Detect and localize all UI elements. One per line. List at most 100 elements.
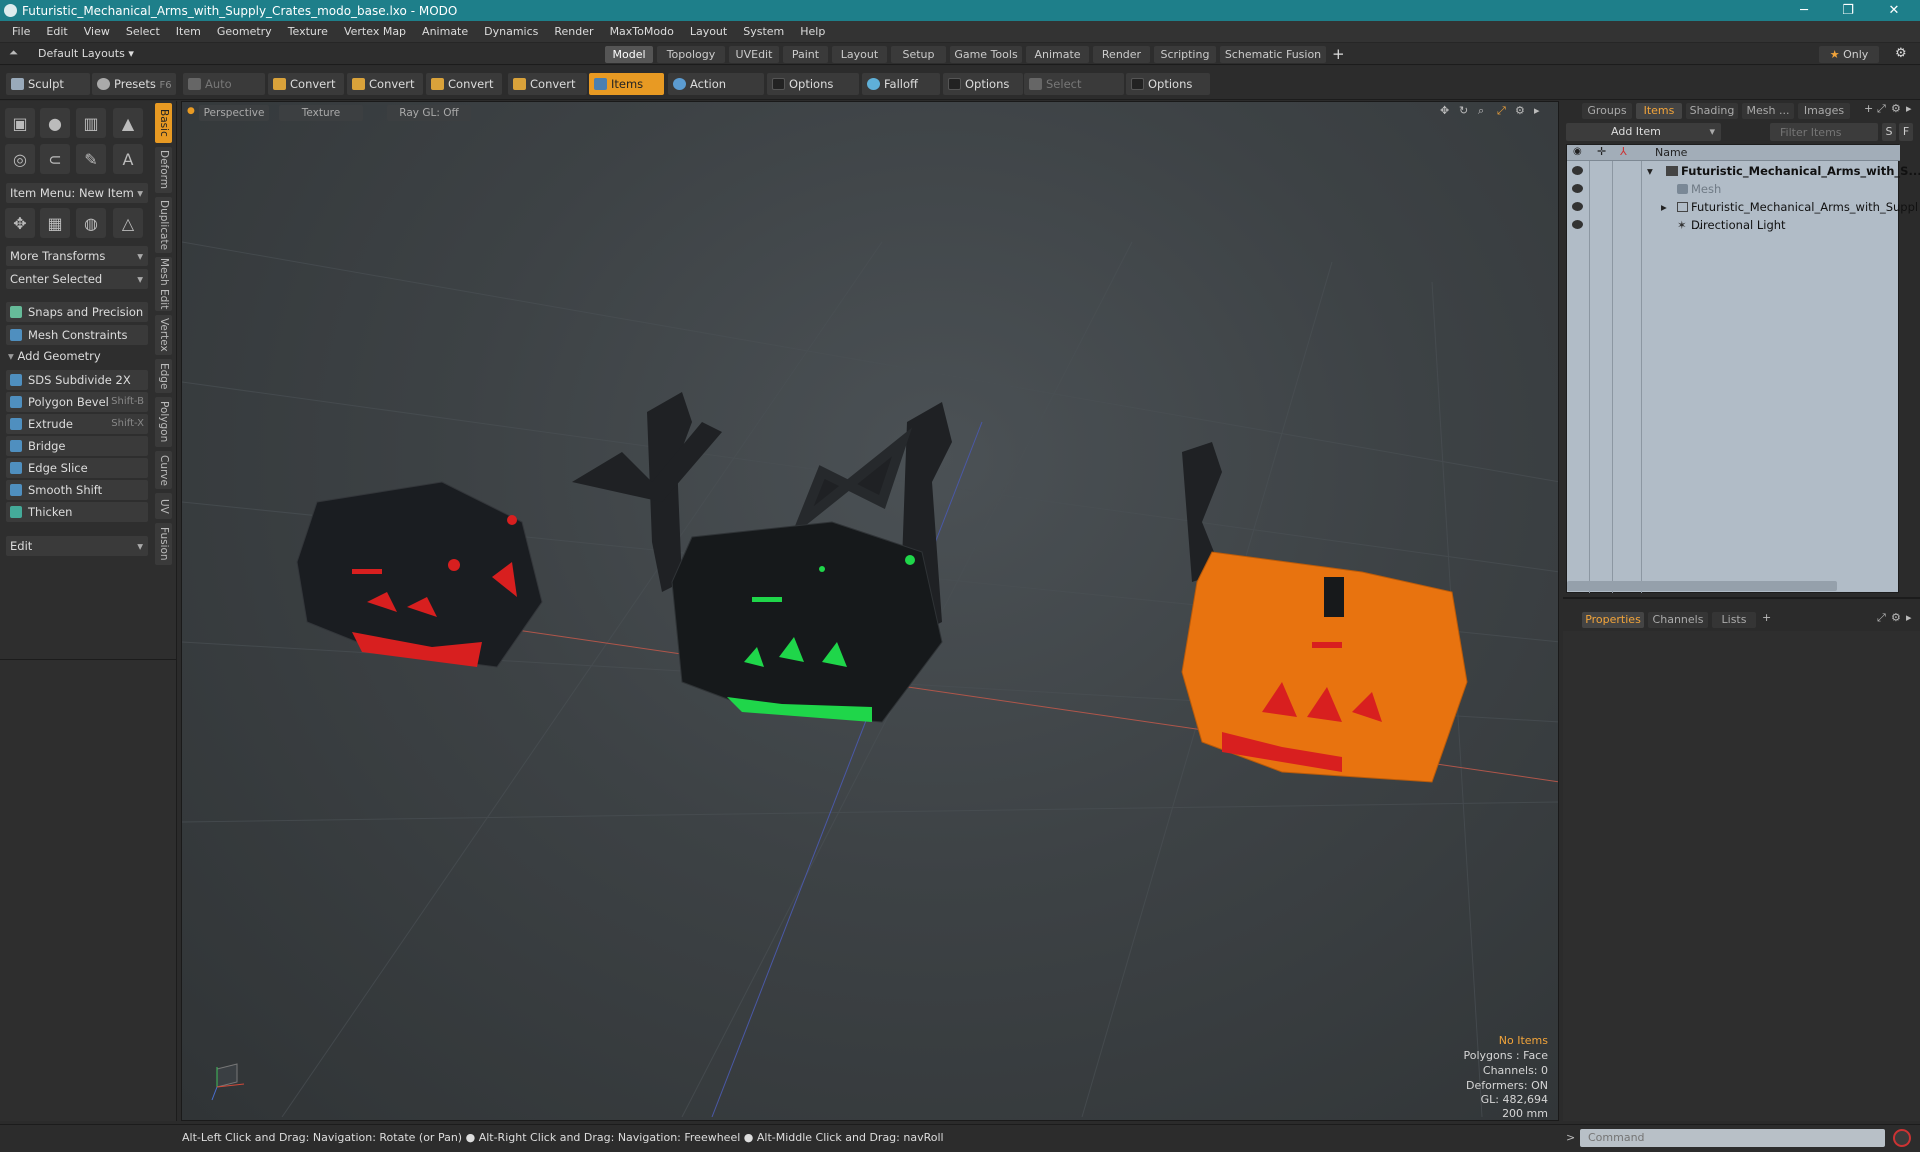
only-toggle[interactable]: ★ Only: [1819, 46, 1879, 63]
minimize-icon[interactable]: ─: [1784, 0, 1824, 21]
menu-vertex-map[interactable]: Vertex Map: [336, 25, 414, 38]
command-input[interactable]: [1580, 1129, 1885, 1147]
restore-icon[interactable]: ❐: [1828, 0, 1868, 21]
menu-select[interactable]: Select: [118, 25, 168, 38]
options-button-1[interactable]: Options: [767, 73, 859, 95]
menu-edit[interactable]: Edit: [38, 25, 75, 38]
vtab-duplicate[interactable]: Duplicate: [155, 197, 172, 253]
eye-icon[interactable]: [1572, 202, 1583, 211]
tree-row-light[interactable]: ✶ Directional Light: [1567, 216, 1900, 234]
add-item-dropdown[interactable]: Add Item ▾: [1566, 123, 1721, 141]
eye-icon[interactable]: [1572, 220, 1583, 229]
rotate-icon[interactable]: ↻: [1459, 104, 1468, 117]
filter-items-input[interactable]: [1770, 123, 1878, 141]
vtab-vertex[interactable]: Vertex: [155, 315, 172, 355]
menu-system[interactable]: System: [735, 25, 792, 38]
vtab-mesh-edit[interactable]: Mesh Edit: [155, 257, 172, 311]
sculpt-button[interactable]: Sculpt: [6, 73, 90, 95]
tab-schematic-fusion[interactable]: Schematic Fusion: [1220, 46, 1326, 63]
falloff-button[interactable]: Falloff: [862, 73, 940, 95]
tab-mesh[interactable]: Mesh ...: [1742, 103, 1794, 119]
close-icon[interactable]: ✕: [1874, 0, 1914, 21]
cube-icon[interactable]: ▣: [5, 108, 35, 138]
raygl-button[interactable]: Ray GL: Off: [387, 105, 471, 121]
vtab-basic[interactable]: Basic: [155, 103, 172, 143]
tab-layout[interactable]: Layout: [832, 46, 887, 63]
menu-texture[interactable]: Texture: [280, 25, 336, 38]
sphere-icon[interactable]: ●: [40, 108, 70, 138]
zoom-icon[interactable]: ⌕: [1478, 104, 1484, 118]
tab-lists[interactable]: Lists: [1712, 612, 1756, 628]
horizontal-scrollbar[interactable]: [1567, 581, 1837, 591]
presets-button[interactable]: Presets F6: [92, 73, 176, 95]
tab-uvedit[interactable]: UVEdit: [729, 46, 779, 63]
vtab-edge[interactable]: Edge: [155, 359, 172, 393]
add-geometry-header[interactable]: ▾ Add Geometry: [8, 349, 101, 363]
transform-icon[interactable]: ✥: [5, 208, 35, 238]
options-button-2[interactable]: Options: [943, 73, 1023, 95]
panel-expand-icon[interactable]: ⤢: [1877, 611, 1886, 625]
text-icon[interactable]: A: [113, 144, 143, 174]
pan-icon[interactable]: ✥: [1440, 104, 1449, 117]
sds-subdivide-button[interactable]: SDS Subdivide 2X: [6, 370, 148, 390]
layout-arrow-icon[interactable]: ⏶: [9, 46, 18, 60]
tab-items[interactable]: Items: [1636, 103, 1682, 119]
maximize-icon[interactable]: ⤢: [1497, 104, 1506, 118]
cone-icon[interactable]: ▲: [113, 108, 143, 138]
f-button[interactable]: F: [1899, 123, 1913, 141]
panel-arrow-icon[interactable]: ▸: [1906, 102, 1912, 115]
add-tab-icon[interactable]: +: [1332, 45, 1345, 63]
grid-icon[interactable]: ▦: [40, 208, 70, 238]
command-arrow-icon[interactable]: >: [1566, 1131, 1575, 1144]
panel-arrow-icon[interactable]: ▸: [1906, 611, 1912, 624]
tree-row-group[interactable]: ▸ Futuristic_Mechanical_Arms_with_Suppl …: [1567, 198, 1918, 232]
center-selected-dropdown[interactable]: Center Selected: [6, 269, 148, 289]
more-transforms-dropdown[interactable]: More Transforms: [6, 246, 148, 266]
3d-viewport[interactable]: ● Perspective Texture Ray GL: Off ✥ ↻ ⌕ …: [181, 101, 1559, 1121]
convert-edges-button[interactable]: Convert: [347, 73, 423, 95]
vtab-fusion[interactable]: Fusion: [155, 523, 172, 565]
tab-groups[interactable]: Groups: [1582, 103, 1632, 119]
shading-mode-button[interactable]: Texture: [279, 105, 363, 121]
viewport-arrow-icon[interactable]: ▸: [1534, 104, 1540, 117]
globe-icon[interactable]: ◍: [76, 208, 106, 238]
convert-vertices-button[interactable]: Convert: [268, 73, 344, 95]
thicken-button[interactable]: Thicken: [6, 502, 148, 522]
menu-render[interactable]: Render: [546, 25, 601, 38]
vtab-curve[interactable]: Curve: [155, 451, 172, 489]
layout-preset-dropdown[interactable]: Default Layouts ▾: [38, 47, 134, 60]
menu-animate[interactable]: Animate: [414, 25, 476, 38]
vtab-deform[interactable]: Deform: [155, 147, 172, 193]
viewport-gear-icon[interactable]: ⚙: [1515, 104, 1525, 117]
select-through-button[interactable]: Select Through: [1024, 73, 1124, 113]
menu-help[interactable]: Help: [792, 25, 833, 38]
name-column-header[interactable]: Name: [1655, 146, 1687, 159]
torus-icon[interactable]: ◎: [5, 144, 35, 174]
convert-polygons-button[interactable]: Convert: [426, 73, 502, 95]
auto-select-button[interactable]: Auto Select: [183, 73, 265, 113]
tab-animate[interactable]: Animate: [1026, 46, 1089, 63]
cylinder-icon[interactable]: ▥: [76, 108, 106, 138]
panel-expand-icon[interactable]: ⤢: [1877, 102, 1886, 116]
s-button[interactable]: S: [1882, 123, 1896, 141]
item-tree[interactable]: ◉ ✛ ⅄ Name ▾ Futuristic_Mechanical_Arms_…: [1566, 144, 1920, 593]
tab-topology[interactable]: Topology: [657, 46, 725, 63]
mesh-constraints-button[interactable]: Mesh Constraints: [6, 325, 148, 345]
viewport-menu-icon[interactable]: ●: [187, 106, 195, 116]
tab-channels[interactable]: Channels: [1648, 612, 1708, 628]
vtab-polygon[interactable]: Polygon: [155, 397, 172, 447]
tab-paint[interactable]: Paint: [783, 46, 828, 63]
menu-geometry[interactable]: Geometry: [209, 25, 280, 38]
item-menu-dropdown[interactable]: Item Menu: New Item: [6, 183, 148, 203]
edit-dropdown[interactable]: Edit: [6, 536, 148, 556]
tab-game-tools[interactable]: Game Tools: [950, 46, 1022, 63]
tree-row-mesh[interactable]: Mesh: [1567, 180, 1900, 198]
capsule-icon[interactable]: ⊂: [40, 144, 70, 174]
menu-dynamics[interactable]: Dynamics: [476, 25, 546, 38]
tab-model[interactable]: Model: [605, 46, 653, 63]
tab-setup[interactable]: Setup: [891, 46, 946, 63]
items-mode-button[interactable]: Items: [589, 73, 664, 95]
eye-icon[interactable]: [1572, 166, 1583, 175]
panel-gear-icon[interactable]: ⚙: [1891, 611, 1901, 624]
eye-icon[interactable]: [1572, 184, 1583, 193]
